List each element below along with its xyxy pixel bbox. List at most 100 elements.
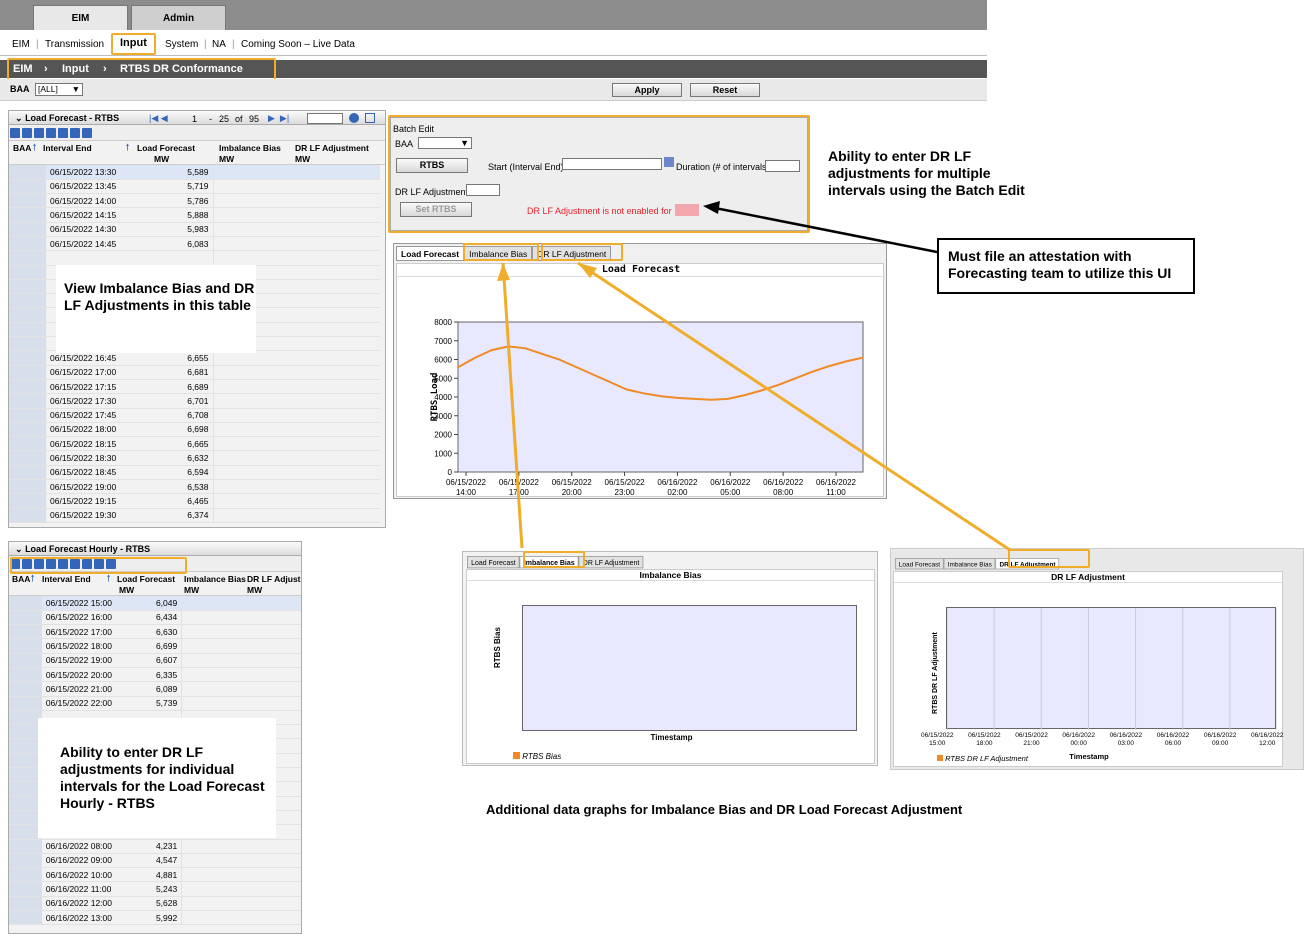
table-row[interactable]: 06/15/2022 15:00 6,049 (9, 596, 301, 611)
table-row[interactable]: 06/16/2022 13:00 5,992 (9, 910, 301, 926)
table-row[interactable]: 06/15/2022 19:00 6,607 (9, 653, 301, 668)
cell-drlf[interactable] (290, 279, 380, 295)
table-row[interactable]: 06/15/2022 18:00 6,699 (9, 638, 301, 654)
cell-drlf[interactable] (290, 436, 380, 452)
cell-drlf[interactable] (290, 250, 380, 266)
cell-drlf[interactable] (245, 853, 301, 869)
table-row[interactable]: 06/15/2022 13:45 5,719 (9, 179, 380, 195)
filter-icon[interactable] (22, 128, 32, 138)
table-row[interactable]: 06/15/2022 17:00 6,630 (9, 624, 301, 640)
nav-eim[interactable]: EIM (12, 39, 30, 50)
cell-bias[interactable] (212, 350, 290, 366)
col-imbalance-bias[interactable]: Imbalance Bias (184, 574, 246, 584)
popout-icon[interactable] (365, 113, 375, 123)
sort-asc-icon[interactable]: 🠑 (33, 142, 36, 156)
cell-bias[interactable] (212, 379, 290, 395)
cell-bias[interactable] (212, 422, 290, 438)
col-imbalance-bias[interactable]: Imbalance Bias (219, 143, 281, 153)
cell-bias[interactable] (181, 910, 246, 926)
cell-drlf[interactable] (290, 322, 380, 338)
table-row[interactable]: 06/15/2022 21:00 6,089 (9, 681, 301, 697)
tab-admin[interactable]: Admin (131, 5, 226, 30)
cell-bias[interactable] (181, 853, 246, 869)
tab-imbalance-bias[interactable]: Imbalance Bias (943, 558, 996, 570)
cell-drlf[interactable] (290, 365, 380, 380)
tab-load-forecast[interactable]: Load Forecast (895, 558, 944, 570)
col-load-forecast[interactable]: Load Forecast (117, 574, 175, 584)
cell-drlf[interactable] (290, 179, 380, 195)
cell-bias[interactable] (212, 436, 290, 452)
table-row[interactable]: 06/16/2022 09:00 4,547 (9, 853, 301, 869)
cell-bias[interactable] (212, 493, 290, 509)
cell-bias[interactable] (212, 222, 290, 237)
baa-select[interactable]: [ALL] ▼ (35, 83, 83, 96)
cell-drlf[interactable] (290, 465, 380, 481)
col-interval-end[interactable]: Interval End (42, 574, 91, 584)
table-row[interactable]: 06/15/2022 16:00 6,434 (9, 610, 301, 626)
tab-load-forecast[interactable]: Load Forecast (396, 246, 465, 261)
nav-na[interactable]: NA (212, 39, 226, 50)
cell-drlf[interactable] (290, 422, 380, 438)
cell-drlf[interactable] (290, 236, 380, 252)
cell-drlf[interactable] (290, 379, 380, 395)
cell-bias[interactable] (212, 193, 290, 209)
cell-drlf[interactable] (290, 207, 380, 223)
col-interval-end[interactable]: Interval End (43, 143, 92, 153)
filter-edit-icon[interactable] (34, 128, 44, 138)
nav-system[interactable]: System (165, 39, 198, 50)
first-page-icon[interactable]: |◀ ◀ (149, 113, 168, 124)
table-row[interactable]: 06/15/2022 14:30 5,983 (9, 222, 380, 237)
reset-button[interactable]: Reset (690, 83, 760, 97)
cell-bias[interactable] (212, 450, 290, 466)
cell-drlf[interactable] (245, 839, 301, 854)
tab-load-forecast[interactable]: Load Forecast (467, 556, 520, 569)
cell-drlf[interactable] (290, 293, 380, 309)
table-row[interactable]: 06/15/2022 22:00 5,739 (9, 696, 301, 711)
cell-bias[interactable] (212, 465, 290, 481)
col-dr-lf[interactable]: DR LF Adjustment (295, 143, 369, 153)
cell-bias[interactable] (181, 596, 246, 611)
columns-icon[interactable] (82, 128, 92, 138)
cell-bias[interactable] (212, 250, 290, 266)
cell-drlf[interactable] (290, 508, 380, 523)
cell-drlf[interactable] (290, 307, 380, 323)
cell-bias[interactable] (181, 881, 246, 897)
table-row[interactable]: 06/15/2022 14:45 6,083 (9, 236, 380, 252)
cell-bias[interactable] (181, 624, 246, 640)
tab-eim[interactable]: EIM (33, 5, 128, 30)
table-row[interactable]: 06/15/2022 20:00 6,335 (9, 667, 301, 683)
cell-bias[interactable] (212, 508, 290, 523)
cell-drlf[interactable] (245, 667, 301, 683)
print-icon[interactable] (70, 128, 80, 138)
table-row[interactable]: 06/15/2022 17:45 6,708 (9, 408, 380, 423)
cell-drlf[interactable] (245, 696, 301, 711)
nav-coming-soon[interactable]: Coming Soon – Live Data (241, 39, 355, 50)
cell-bias[interactable] (212, 365, 290, 380)
cell-bias[interactable] (181, 867, 246, 883)
cell-bias[interactable] (212, 179, 290, 195)
cell-drlf[interactable] (290, 193, 380, 209)
table-row[interactable]: 06/15/2022 17:30 6,701 (9, 393, 380, 409)
next-page-icon[interactable]: ▶ ▶| (268, 113, 289, 124)
cell-drlf[interactable] (245, 638, 301, 654)
export-icon[interactable] (58, 128, 68, 138)
cell-bias[interactable] (212, 207, 290, 223)
collapse-icon[interactable]: ⌄ (15, 544, 23, 554)
cell-bias[interactable] (181, 839, 246, 854)
table-row[interactable]: 06/15/2022 13:30 5,589 (9, 165, 380, 180)
table-row[interactable]: 06/15/2022 19:15 6,465 (9, 493, 380, 509)
table-row[interactable]: 06/15/2022 19:00 6,538 (9, 479, 380, 495)
table-row[interactable]: 06/15/2022 18:45 6,594 (9, 465, 380, 481)
sort-asc-icon[interactable]: 🠑 (31, 573, 34, 587)
table-row[interactable]: 06/16/2022 11:00 5,243 (9, 881, 301, 897)
cell-drlf[interactable] (290, 493, 380, 509)
cell-bias[interactable] (181, 610, 246, 626)
cell-drlf[interactable] (245, 881, 301, 897)
table-row[interactable]: 06/15/2022 14:15 5,888 (9, 207, 380, 223)
cell-bias[interactable] (181, 696, 246, 711)
cell-bias[interactable] (212, 408, 290, 423)
funnel-icon[interactable] (46, 128, 56, 138)
cell-drlf[interactable] (290, 408, 380, 423)
cell-drlf[interactable] (290, 393, 380, 409)
cell-drlf[interactable] (290, 165, 380, 180)
